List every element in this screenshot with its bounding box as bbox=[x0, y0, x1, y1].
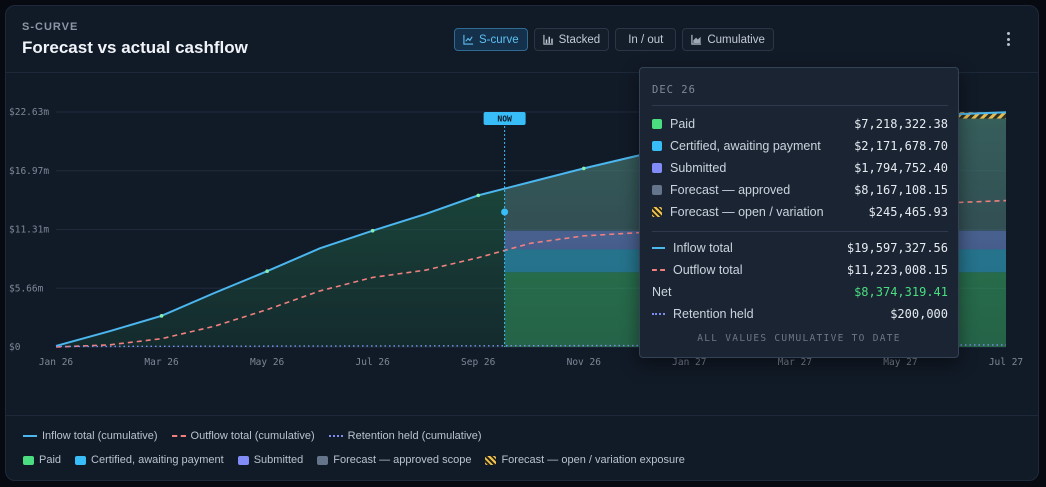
tooltip-divider bbox=[652, 105, 948, 106]
x-tick-label: Jul 27 bbox=[989, 357, 1023, 368]
tooltip-hatch-swatch bbox=[652, 207, 662, 217]
tooltip-line-swatch bbox=[652, 247, 665, 249]
tooltip-row-forecast-approved: Forecast — approved $8,167,108.15 bbox=[652, 181, 948, 199]
legend-item-inflow[interactable]: Inflow total (cumulative) bbox=[23, 430, 158, 442]
tooltip-swatch bbox=[652, 163, 662, 173]
legend-item-outflow[interactable]: Outflow total (cumulative) bbox=[171, 430, 315, 442]
tooltip-row-inflow: Inflow total $19,597,327.56 bbox=[652, 239, 948, 257]
tooltip-date: DEC 26 bbox=[652, 84, 696, 96]
legend-line-swatch bbox=[328, 435, 343, 437]
inflow-point bbox=[476, 193, 481, 198]
cashflow-card: S-CURVE Forecast vs actual cashflow S-cu… bbox=[5, 5, 1039, 481]
legend-item-forecast-open[interactable]: Forecast — open / variation exposure bbox=[485, 454, 685, 466]
now-label: NOW bbox=[497, 115, 512, 124]
inflow-point bbox=[581, 166, 586, 171]
tooltip-row-net: Net $8,374,319.41 bbox=[652, 285, 948, 299]
y-tick-label: $16.97m bbox=[9, 166, 49, 177]
tooltip-swatch bbox=[652, 185, 662, 195]
x-tick-label: Jan 26 bbox=[39, 357, 74, 368]
tooltip-swatch bbox=[652, 119, 662, 129]
tooltip-footer: ALL VALUES CUMULATIVE TO DATE bbox=[697, 333, 901, 344]
legend-hatch-swatch bbox=[485, 455, 497, 465]
legend-line-swatch bbox=[171, 435, 186, 437]
inflow-point bbox=[265, 269, 269, 273]
tooltip-row-certified: Certified, awaiting payment $2,171,678.7… bbox=[652, 137, 948, 155]
x-tick-label: Jan 27 bbox=[672, 357, 706, 368]
tooltip-row-paid: Paid $7,218,322.38 bbox=[652, 115, 948, 133]
tooltip-row-outflow: Outflow total $11,223,008.15 bbox=[652, 261, 948, 279]
area-legend: Paid Certified, awaiting payment Submitt… bbox=[23, 454, 685, 466]
tooltip-row-retention: Retention held $200,000 bbox=[652, 305, 948, 323]
tooltip-line-swatch bbox=[652, 313, 665, 315]
x-tick-label: May 26 bbox=[250, 357, 285, 368]
legend-line-swatch bbox=[23, 435, 37, 437]
x-tick-label: Mar 26 bbox=[144, 357, 179, 368]
legend-divider bbox=[6, 415, 1038, 416]
inflow-point bbox=[370, 228, 375, 233]
tooltip-line-swatch bbox=[652, 269, 665, 271]
legend-swatch bbox=[317, 455, 329, 465]
legend-swatch bbox=[23, 455, 34, 465]
y-tick-label: $5.66m bbox=[9, 283, 44, 294]
legend-item-paid[interactable]: Paid bbox=[23, 454, 61, 466]
legend-item-submitted[interactable]: Submitted bbox=[237, 454, 303, 466]
x-tick-label: Mar 27 bbox=[778, 357, 812, 368]
y-tick-label: $0 bbox=[9, 342, 21, 353]
legend-swatch bbox=[237, 455, 249, 465]
tooltip-swatch bbox=[652, 141, 662, 151]
line-legend: Inflow total (cumulative) Outflow total … bbox=[23, 430, 482, 442]
y-tick-label: $22.63m bbox=[9, 107, 49, 118]
y-tick-label: $11.31m bbox=[9, 225, 49, 236]
legend-item-retention[interactable]: Retention held (cumulative) bbox=[328, 430, 482, 442]
x-tick-label: Jul 26 bbox=[356, 357, 391, 368]
x-tick-label: May 27 bbox=[883, 357, 917, 368]
legend-item-forecast-approved[interactable]: Forecast — approved scope bbox=[317, 454, 471, 466]
hover-tooltip: DEC 26 Paid $7,218,322.38 Certified, awa… bbox=[639, 67, 959, 358]
legend-item-certified[interactable]: Certified, awaiting payment bbox=[75, 454, 224, 466]
tooltip-row-submitted: Submitted $1,794,752.40 bbox=[652, 159, 948, 177]
x-tick-label: Sep 26 bbox=[461, 357, 496, 368]
now-point bbox=[501, 208, 509, 216]
tooltip-divider bbox=[652, 231, 948, 232]
tooltip-row-forecast-open: Forecast — open / variation $245,465.93 bbox=[652, 203, 948, 221]
inflow-point bbox=[159, 314, 164, 318]
legend-swatch bbox=[75, 455, 87, 465]
x-tick-label: Nov 26 bbox=[567, 357, 602, 368]
